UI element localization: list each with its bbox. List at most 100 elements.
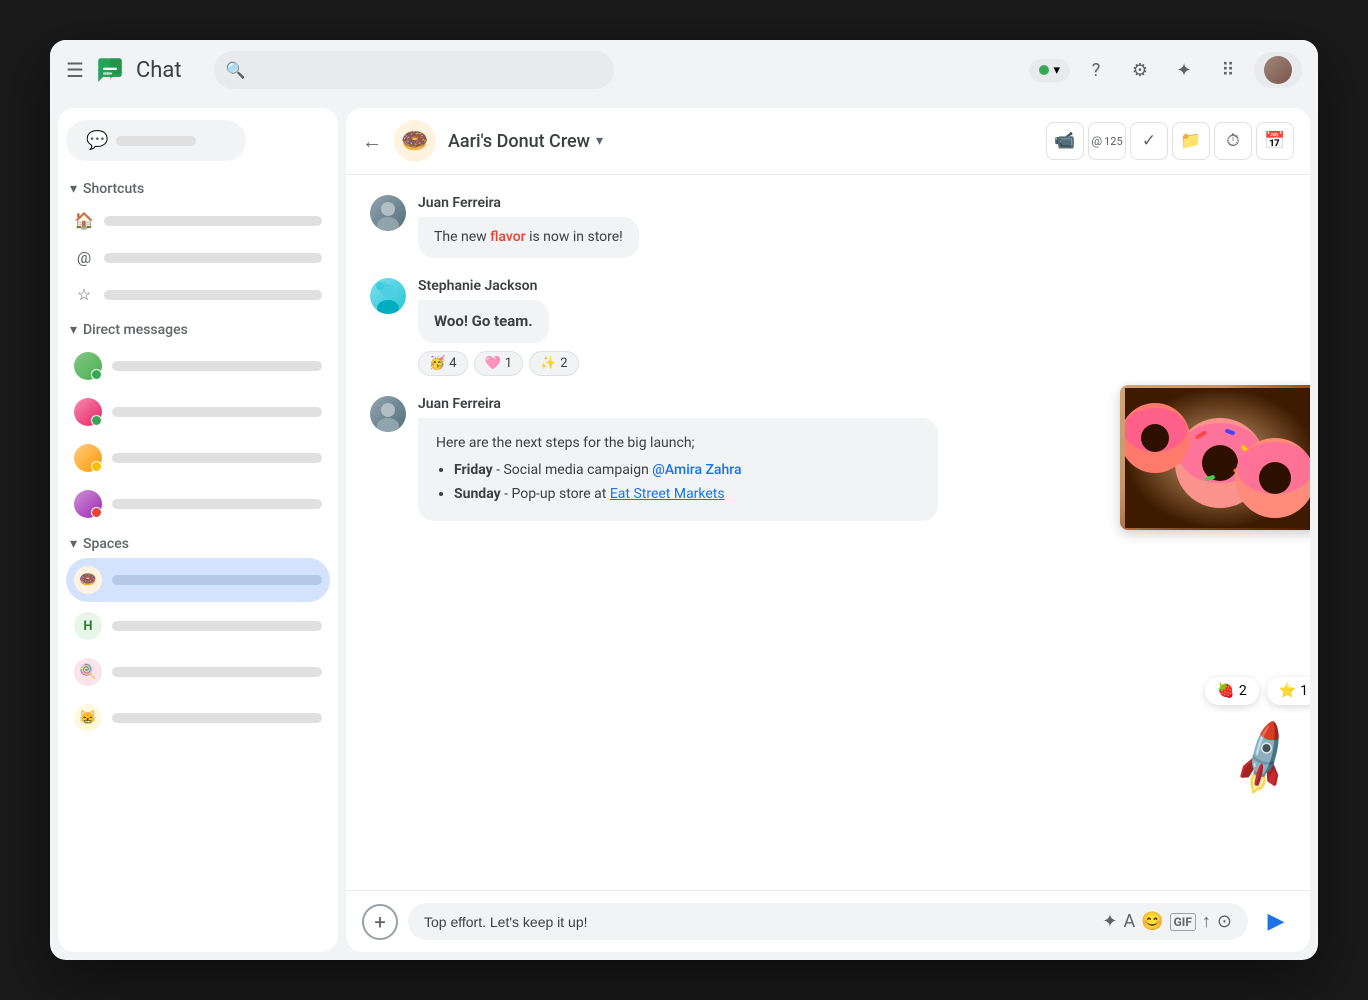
dm-avatar-3 [74,444,102,472]
star-count: 1 [1300,683,1308,699]
dm-item-2[interactable] [66,390,330,434]
hamburger-icon[interactable]: ☰ [66,58,84,82]
mentions-button[interactable]: @ 125 [1088,122,1126,160]
emoji-icon[interactable]: 😊 [1141,911,1163,932]
dm-item-3[interactable] [66,436,330,480]
settings-button[interactable]: ⚙ [1122,52,1158,88]
back-button[interactable]: ← [362,129,382,154]
account-button[interactable] [1254,52,1302,88]
chat-panel: ← 🍩 Aari's Donut Crew ▾ 📹 @ 125 ✓ [346,108,1310,952]
files-button[interactable]: 📁 [1172,122,1210,160]
status-chevron: ▾ [1053,63,1060,78]
eat-street-link[interactable]: Eat Street Markets [610,486,725,502]
at-icon: @ [74,248,94,267]
tasks-button[interactable]: ✓ [1130,122,1168,160]
chat-title-dropdown-icon[interactable]: ▾ [596,133,603,149]
msg-avatar-stephanie [370,278,406,314]
h-space-icon: H [74,612,102,640]
star-space-label [112,713,322,723]
video-icon: 📹 [1054,131,1075,151]
msg-sender-juan-1: Juan Ferreira [418,195,1286,211]
pinned-button[interactable]: ⏱ [1214,122,1252,160]
dm-label: Direct messages [83,322,188,338]
input-actions: ✦ A 😊 GIF ↑ ⊙ [1102,911,1232,932]
msg-avatar-juan-1 [370,195,406,231]
chat-group-icon: 🍩 [394,120,436,162]
browser-window: ☰ Chat 🔍 ▾ ? ⚙ ✦ [50,40,1318,960]
reaction-sparkle[interactable]: ✨ 2 [529,351,579,376]
format-icon[interactable]: A [1123,911,1135,932]
dm-item-4[interactable] [66,482,330,526]
search-icon: 🔍 [226,61,246,80]
space-item-donut[interactable]: 🍩 [66,558,330,602]
upload-icon[interactable]: ↑ [1202,911,1211,932]
dm-name-1 [112,361,322,371]
send-icon: ▶ [1268,909,1285,934]
dm-chevron: ▾ [70,322,77,338]
reaction-party[interactable]: 🥳 4 [418,351,468,376]
amira-mention[interactable]: @Amira Zahra [652,462,741,478]
message-input-wrap: ✦ A 😊 GIF ↑ ⊙ [408,903,1248,940]
help-button[interactable]: ? [1078,52,1114,88]
ai-button[interactable]: ✦ [1166,52,1202,88]
shortcuts-label: Shortcuts [83,181,144,197]
donut-space-label [112,575,322,585]
gif-icon[interactable]: GIF [1170,913,1196,931]
space-item-h[interactable]: H [66,604,330,648]
dm-avatar-4 [74,490,102,518]
star-emoji: ⭐ [1279,683,1296,699]
at-mentions-icon: @ [1091,134,1102,148]
app-title: Chat [136,58,182,83]
steps-intro: Here are the next steps for the big laun… [436,435,695,451]
sidebar-item-home[interactable]: 🏠 [66,203,330,238]
space-item-star[interactable]: 😸 [66,696,330,740]
dm-name-4 [112,499,322,509]
donut-reactions: 🍓 2 ⭐ 1 [1205,677,1310,705]
top-bar-right: ▾ ? ⚙ ✦ ⠿ [1029,52,1302,88]
top-bar: ☰ Chat 🔍 ▾ ? ⚙ ✦ [50,40,1318,100]
settings-icon: ⚙ [1132,60,1148,81]
dm-section-header[interactable]: ▾ Direct messages [66,314,330,342]
messages-area: Juan Ferreira The new flavor is now in s… [346,175,1310,890]
status-indicator[interactable]: ▾ [1029,59,1070,82]
grid-button[interactable]: ⠿ [1210,52,1246,88]
mentions-label-bar [104,253,322,263]
dm-item-1[interactable] [66,344,330,388]
message-input[interactable] [424,914,1094,930]
sidebar: 💬 ▾ Shortcuts 🏠 @ ☆ ▾ [58,108,338,952]
star-icon: ☆ [74,285,94,304]
ai-compose-icon[interactable]: ✦ [1102,911,1117,932]
spaces-label: Spaces [83,536,129,552]
strawberry-count: 2 [1239,683,1247,699]
lollipop-space-icon: 🍭 [74,658,102,686]
star-space-icon: 😸 [74,704,102,732]
sidebar-item-starred[interactable]: ☆ [66,277,330,312]
video-call-button[interactable]: 📹 [1046,122,1084,160]
space-item-lollipop[interactable]: 🍭 [66,650,330,694]
msg-content-2: Stephanie Jackson Woo! Go team. 🥳 4 🩷 1 [418,278,1286,376]
search-input[interactable] [214,51,614,89]
shortcuts-chevron: ▾ [70,181,77,197]
calendar-button[interactable]: 📅 [1256,122,1294,160]
message-group-1: Juan Ferreira The new flavor is now in s… [370,195,1286,258]
send-button[interactable]: ▶ [1258,904,1294,940]
reaction-heart-count: 1 [505,356,512,371]
sidebar-item-mentions[interactable]: @ [66,240,330,275]
add-icon: + [374,910,385,934]
donut-image [1120,385,1310,530]
lollipop-space-label [112,667,322,677]
shortcuts-section-header[interactable]: ▾ Shortcuts [66,173,330,201]
star-reaction[interactable]: ⭐ 1 [1267,677,1310,705]
msg-avatar-juan-2 [370,396,406,432]
highlight-flavor: flavor [490,229,525,245]
chat-title: Aari's Donut Crew ▾ [448,131,603,152]
strawberry-reaction[interactable]: 🍓 2 [1205,677,1258,705]
main-layout: 💬 ▾ Shortcuts 🏠 @ ☆ ▾ [50,100,1318,960]
add-button[interactable]: + [362,904,398,940]
more-icon[interactable]: ⊙ [1217,911,1232,932]
new-chat-button[interactable]: 💬 [66,120,246,161]
spaces-section-header[interactable]: ▾ Spaces [66,528,330,556]
reaction-heart[interactable]: 🩷 1 [474,351,524,376]
grid-icon: ⠿ [1221,60,1234,81]
app-logo [96,56,124,84]
